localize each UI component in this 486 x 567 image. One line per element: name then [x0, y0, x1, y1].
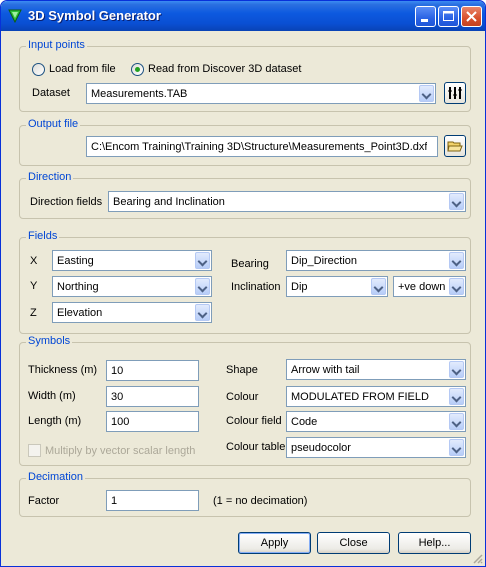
load-from-file-radio[interactable] — [32, 63, 45, 76]
fields-legend: Fields — [26, 230, 60, 242]
dataset-properties-button[interactable] — [444, 82, 466, 104]
chevron-down-icon[interactable] — [449, 413, 464, 430]
read-from-discover-label[interactable]: Read from Discover 3D dataset — [148, 63, 301, 75]
z-field-value: Elevation — [57, 307, 103, 319]
shape-select[interactable]: Arrow with tail — [286, 359, 466, 380]
chevron-down-icon[interactable] — [419, 85, 434, 102]
x-field-select[interactable]: Easting — [52, 250, 212, 271]
inclination-label: Inclination — [231, 281, 281, 293]
length-label: Length (m) — [28, 415, 82, 427]
inclination-sign-select[interactable]: +ve down — [393, 276, 466, 297]
chevron-down-icon[interactable] — [449, 193, 464, 210]
chevron-down-icon[interactable] — [449, 252, 464, 269]
chevron-down-icon[interactable] — [449, 361, 464, 378]
thickness-input[interactable]: 10 — [106, 360, 199, 381]
bearing-field-select[interactable]: Dip_Direction — [286, 250, 466, 271]
field-properties-icon — [448, 87, 462, 99]
width-label: Width (m) — [28, 390, 76, 402]
decimation-legend: Decimation — [26, 471, 86, 483]
open-folder-icon — [447, 141, 463, 152]
length-value: 100 — [111, 416, 130, 428]
close-icon — [466, 11, 477, 22]
chevron-down-icon[interactable] — [449, 278, 464, 295]
inclination-field-value: Dip — [291, 281, 308, 293]
z-label: Z — [30, 307, 37, 319]
colour-table-select[interactable]: pseudocolor — [286, 437, 466, 458]
colour-field-select[interactable]: Code — [286, 411, 466, 432]
maximize-button[interactable] — [438, 6, 459, 27]
direction-fields-select[interactable]: Bearing and Inclination — [108, 191, 466, 212]
apply-button[interactable]: Apply — [238, 532, 311, 554]
resize-grip-icon[interactable] — [471, 552, 483, 564]
y-field-value: Northing — [57, 281, 99, 293]
colour-table-label: Colour table — [226, 441, 286, 453]
factor-label: Factor — [28, 495, 60, 507]
direction-legend: Direction — [26, 171, 74, 183]
dataset-select[interactable]: Measurements.TAB — [86, 83, 436, 104]
minimize-button[interactable] — [415, 6, 436, 27]
inclination-field-select[interactable]: Dip — [286, 276, 388, 297]
dataset-value: Measurements.TAB — [91, 88, 188, 100]
width-value: 30 — [111, 391, 124, 403]
width-input[interactable]: 30 — [106, 386, 199, 407]
close-button[interactable]: Close — [317, 532, 390, 554]
read-from-discover-radio[interactable] — [131, 63, 144, 76]
chevron-down-icon[interactable] — [449, 439, 464, 456]
load-from-file-label[interactable]: Load from file — [49, 63, 116, 75]
output-file-path-field[interactable]: C:\Encom Training\Training 3D\Structure\… — [86, 136, 438, 157]
app-icon — [8, 9, 22, 24]
y-field-select[interactable]: Northing — [52, 276, 212, 297]
z-field-select[interactable]: Elevation — [52, 302, 212, 323]
chevron-down-icon[interactable] — [195, 304, 210, 321]
output-file-path: C:\Encom Training\Training 3D\Structure\… — [91, 141, 428, 153]
chevron-down-icon[interactable] — [195, 252, 210, 269]
length-input[interactable]: 100 — [106, 411, 199, 432]
factor-input[interactable]: 1 — [106, 490, 199, 511]
factor-value: 1 — [111, 495, 118, 507]
multiply-by-scalar-label: Multiply by vector scalar length — [45, 445, 196, 457]
colour-table-value: pseudocolor — [291, 442, 351, 454]
minimize-icon — [421, 19, 428, 22]
chevron-down-icon[interactable] — [195, 278, 210, 295]
colour-select[interactable]: MODULATED FROM FIELD — [286, 386, 466, 407]
direction-fields-label: Direction fields — [30, 196, 103, 208]
inclination-sign-value: +ve down — [398, 281, 446, 293]
dialog-window: 3D Symbol Generator Input points Load fr… — [0, 0, 486, 567]
title-bar[interactable]: 3D Symbol Generator — [1, 1, 485, 31]
shape-value: Arrow with tail — [291, 364, 360, 376]
decimation-hint: (1 = no decimation) — [213, 495, 308, 507]
help-button[interactable]: Help... — [398, 532, 471, 554]
bearing-label: Bearing — [231, 258, 269, 270]
close-window-button[interactable] — [461, 6, 482, 27]
input-points-legend: Input points — [26, 39, 87, 51]
direction-fields-value: Bearing and Inclination — [113, 196, 225, 208]
y-label: Y — [30, 280, 38, 292]
colour-label: Colour — [226, 391, 259, 403]
x-field-value: Easting — [57, 255, 94, 267]
x-label: X — [30, 255, 38, 267]
bearing-field-value: Dip_Direction — [291, 255, 358, 267]
chevron-down-icon[interactable] — [371, 278, 386, 295]
symbols-legend: Symbols — [26, 335, 73, 347]
thickness-label: Thickness (m) — [28, 364, 98, 376]
colour-value: MODULATED FROM FIELD — [291, 391, 429, 403]
dataset-label: Dataset — [32, 87, 70, 99]
output-file-legend: Output file — [26, 118, 81, 130]
maximize-icon — [443, 11, 454, 21]
chevron-down-icon[interactable] — [449, 388, 464, 405]
thickness-value: 10 — [111, 365, 124, 377]
browse-output-button[interactable] — [444, 135, 466, 157]
colour-field-label: Colour field — [226, 415, 282, 427]
multiply-by-scalar-checkbox[interactable] — [28, 444, 41, 457]
window-title: 3D Symbol Generator — [28, 8, 161, 23]
colour-field-value: Code — [291, 416, 318, 428]
shape-label: Shape — [226, 364, 258, 376]
